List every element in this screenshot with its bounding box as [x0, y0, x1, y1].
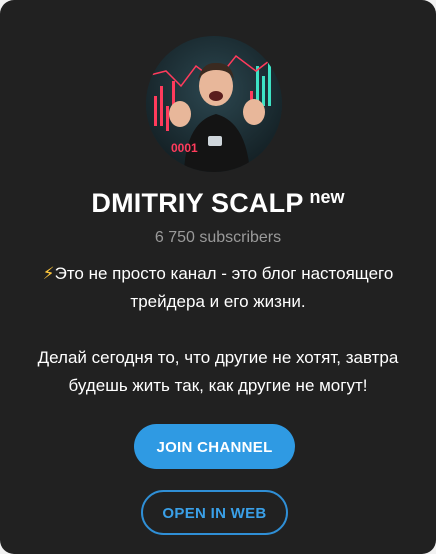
svg-text:0001: 0001	[171, 141, 198, 155]
channel-title-row: DMITRIY SCALP new	[0, 187, 436, 219]
channel-title: DMITRIY SCALP	[91, 188, 304, 218]
subscriber-count: 6 750 subscribers	[154, 229, 282, 246]
description-paragraph-1: ⚡Это не просто канал - это блог настояще…	[18, 260, 418, 316]
channel-avatar: 0001	[146, 36, 282, 172]
channel-description: ⚡Это не просто канал - это блог настояще…	[18, 260, 418, 400]
description-paragraph-2: Делай сегодня то, что другие не хотят, з…	[37, 348, 399, 395]
description-line-1: Это не просто канал - это блог настоящег…	[54, 264, 394, 311]
join-channel-button[interactable]: JOIN CHANNEL	[134, 424, 295, 469]
open-in-web-button[interactable]: OPEN IN WEB	[141, 490, 288, 535]
avatar-image: 0001	[146, 36, 282, 172]
channel-title-badge: new	[309, 187, 345, 207]
lightning-icon: ⚡	[42, 264, 55, 283]
channel-card: 0001 DMITRIY SCALP new 6 750 subscribers …	[0, 0, 436, 554]
